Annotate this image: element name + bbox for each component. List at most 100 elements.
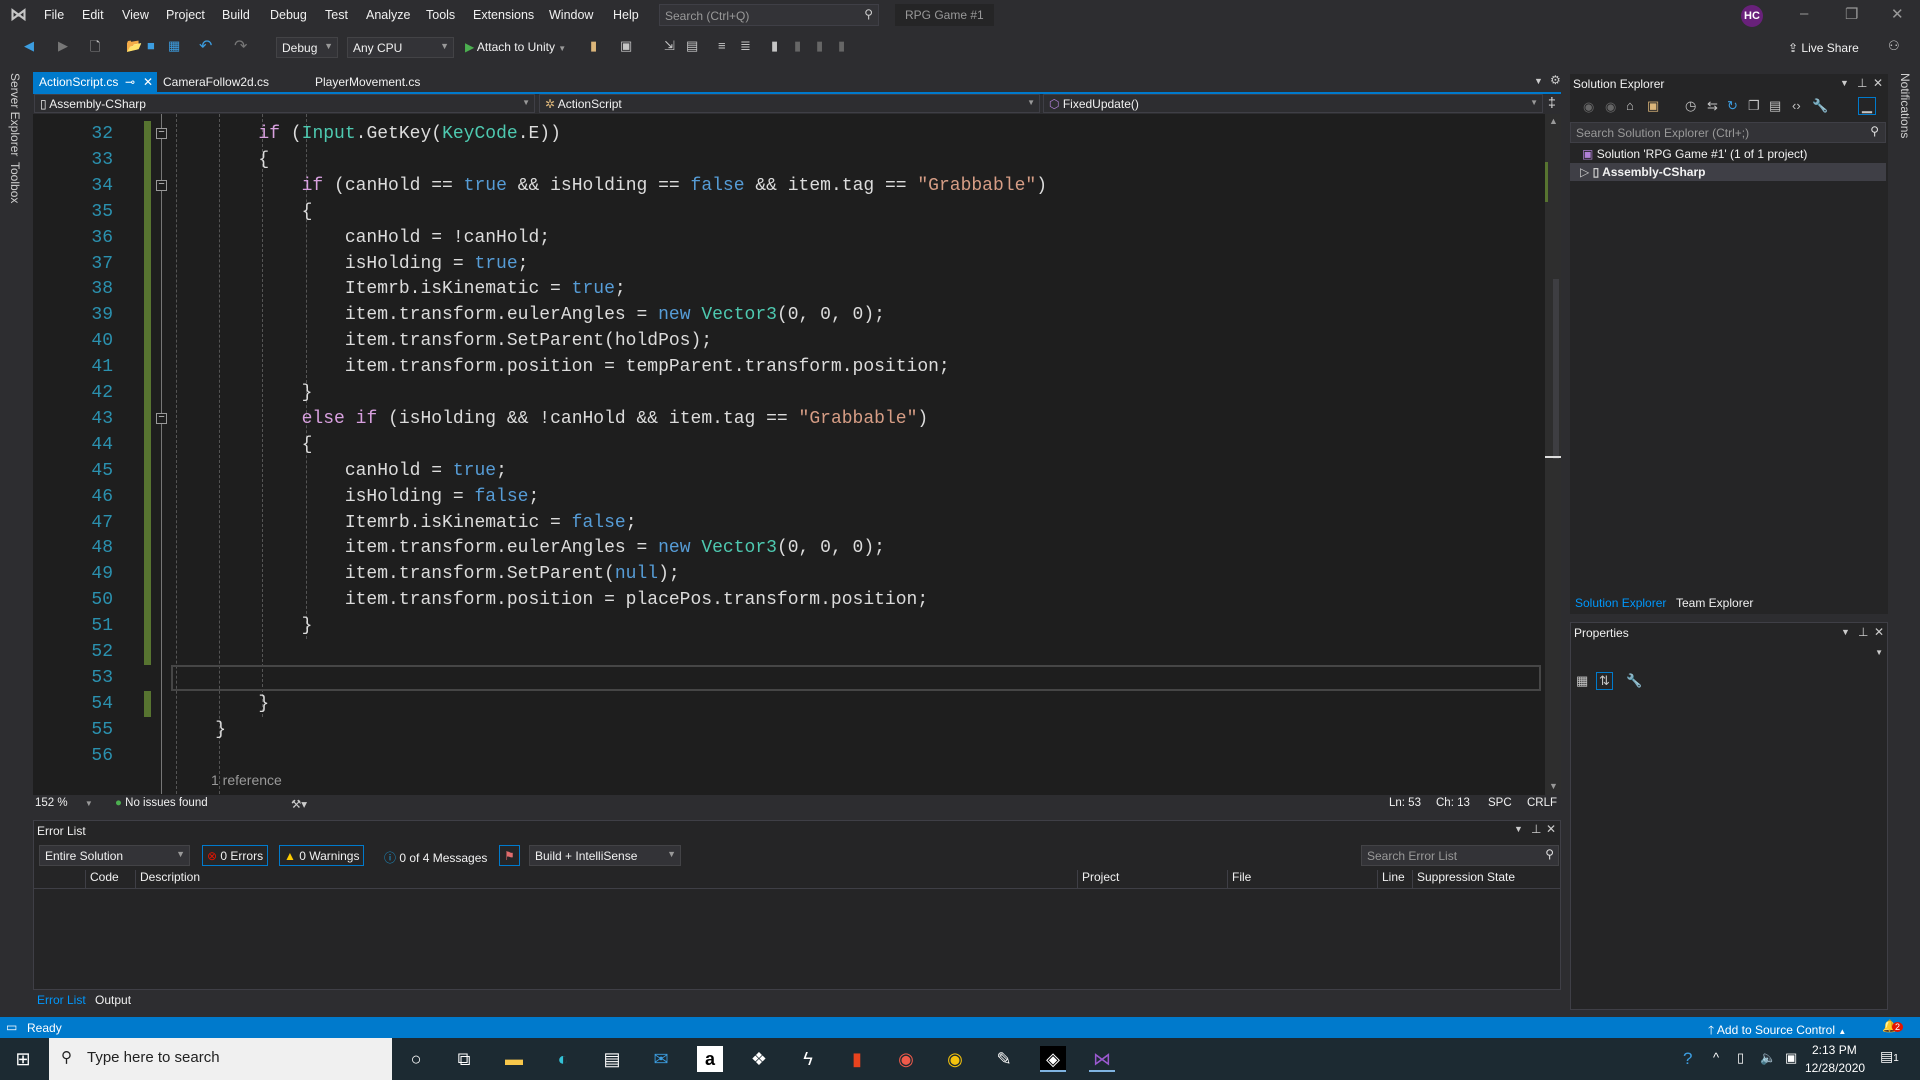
code-line[interactable]: 53 [33,665,1545,691]
code-text[interactable]: { [172,199,313,225]
clock-date[interactable]: 12/28/2020 [1805,1061,1865,1075]
code-text[interactable]: canHold = !canHold; [172,225,550,251]
expand-arrow-icon[interactable]: ▷ [1580,165,1589,179]
member-dropdown[interactable]: ⬡ FixedUpdate() ▼ [1043,94,1543,113]
windows-start-icon[interactable]: ⊞ [10,1046,36,1072]
prev-bookmark-icon[interactable]: ▮ [794,38,801,54]
code-text[interactable]: if (Input.GetKey(KeyCode.E)) [172,121,561,147]
errors-filter-button[interactable]: ⊗ 0 Errors [202,845,269,866]
menu-file[interactable]: File [44,8,64,22]
code-text[interactable]: item.transform.position = placePos.trans… [172,587,928,613]
tree-item-assembly-csharp[interactable]: ▷ ▯ Assembly-CSharp [1570,163,1886,181]
code-text[interactable]: isHolding = true; [172,251,529,277]
column-file[interactable]: File [1227,870,1251,888]
code-line[interactable]: 40 item.transform.SetParent(holdPos); [33,328,1545,354]
code-editor[interactable]: 32 if (Input.GetKey(KeyCode.E)) −33 {34 i… [33,114,1545,795]
unity-icon[interactable]: ◈ [1040,1046,1066,1072]
zoom-dropdown[interactable]: 152 % ▼ [35,797,93,809]
chrome-icon[interactable]: ◉ [942,1046,968,1072]
menu-window[interactable]: Window [549,8,593,22]
code-text[interactable]: if (canHold == true && isHolding == fals… [172,173,1047,199]
task-view-icon[interactable]: ⧉ [451,1046,477,1072]
cortana-icon[interactable]: ○ [403,1046,429,1072]
find-icon[interactable]: ▮ [590,38,597,54]
view-code-icon[interactable]: ‹› [1792,98,1801,113]
notifications-tab[interactable]: Notifications [1898,73,1912,138]
code-line[interactable]: 35 { [33,199,1545,225]
tab-camerafollow2d[interactable]: CameraFollow2d.cs [157,72,275,92]
collapse-icon[interactable]: − [156,128,167,139]
code-text[interactable]: isHolding = false; [172,484,539,510]
redo-icon[interactable]: ↷ [234,36,247,56]
navigate-forward-icon[interactable]: ▶ [58,38,68,54]
file-explorer-icon[interactable]: ▬ [501,1046,527,1072]
pin-icon[interactable]: ⊥ [1531,822,1541,836]
pin-icon[interactable]: ⊥ [1858,625,1868,639]
vertical-scrollbar[interactable]: ▲ ▼ [1545,114,1561,795]
code-text[interactable]: item.transform.eulerAngles = new Vector3… [172,535,885,561]
pending-changes-icon[interactable]: ◷ [1685,98,1696,114]
collapse-icon[interactable]: − [156,412,167,424]
clock-time[interactable]: 2:13 PM [1812,1043,1857,1057]
code-text[interactable]: else if (isHolding && !canHold && item.t… [172,406,929,432]
tab-actionscript[interactable]: ActionScript.cs ⊸ ✕ [33,72,157,92]
avatar[interactable]: HC [1741,5,1763,27]
code-line[interactable]: 45 canHold = true; [33,458,1545,484]
office-icon[interactable]: ▮ [844,1046,870,1072]
app-circle-icon[interactable]: ◉ [893,1046,919,1072]
close-window-button[interactable]: ✕ [1891,5,1904,23]
panel-menu-icon[interactable]: ▼ [1514,824,1523,834]
navigate-back-icon[interactable]: ◀ [24,38,34,54]
pin-icon[interactable]: ⊥ [1857,76,1867,90]
code-line[interactable]: 49 item.transform.SetParent(null); [33,561,1545,587]
tab-playermovement[interactable]: PlayerMovement.cs [309,72,426,92]
new-project-icon[interactable]: 🗋 [90,38,100,60]
panel-menu-icon[interactable]: ▼ [1841,627,1850,637]
property-pages-icon[interactable]: 🔧 [1626,673,1642,689]
app-icon[interactable]: ϟ [795,1046,821,1072]
forward-icon[interactable]: ◉ [1605,99,1616,115]
close-icon[interactable]: ✕ [1873,76,1883,90]
code-text[interactable]: item.transform.SetParent(null); [172,561,680,587]
comment-icon[interactable]: ≡ [718,38,726,53]
code-line[interactable]: 51 } [33,613,1545,639]
scroll-thumb[interactable] [1553,279,1559,459]
code-line[interactable]: 38 Itemrb.isKinematic = true; [33,276,1545,302]
categorized-icon[interactable]: ▦ [1576,673,1588,689]
code-line[interactable]: 55 } [33,717,1545,743]
menu-project[interactable]: Project [166,8,205,22]
source-dropdown[interactable]: Build + IntelliSense ▼ [529,845,681,866]
amazon-icon[interactable]: a [697,1046,723,1072]
code-line[interactable]: 34 if (canHold == true && isHolding == f… [33,173,1545,199]
code-line[interactable]: 37 isHolding = true; [33,251,1545,277]
tab-error-list[interactable]: Error List [37,993,86,1007]
code-line[interactable]: 48 item.transform.eulerAngles = new Vect… [33,535,1545,561]
dropbox-icon[interactable]: ❖ [746,1046,772,1072]
toolbox-tab[interactable]: Toolbox [8,162,22,203]
code-text[interactable]: item.transform.position = tempParent.tra… [172,354,950,380]
menu-extensions[interactable]: Extensions [473,8,534,22]
next-bookmark-icon[interactable]: ▮ [816,38,823,54]
code-line[interactable]: 42 } [33,380,1545,406]
uncomment-icon[interactable]: ≣ [740,38,751,54]
scroll-down-icon[interactable]: ▼ [1549,781,1558,791]
edge-icon[interactable]: ◐ [550,1046,576,1072]
code-text[interactable]: canHold = true; [172,458,507,484]
show-all-files-icon[interactable]: ▤ [1769,98,1781,114]
code-text[interactable]: Itemrb.isKinematic = false; [172,510,637,536]
collapse-icon[interactable]: − [156,179,167,191]
gimp-icon[interactable]: ✎ [991,1046,1017,1072]
live-share-button[interactable]: ⇪ Live Share [1788,41,1859,55]
code-line[interactable]: 54 } [33,691,1545,717]
help-icon[interactable]: ? [1683,1049,1692,1069]
pin-icon[interactable]: ⊸ [125,75,135,89]
code-text[interactable]: item.transform.SetParent(holdPos); [172,328,712,354]
column-code[interactable]: Code [85,870,119,888]
action-center-icon[interactable]: ▤1 [1880,1048,1899,1065]
error-search-input[interactable]: Search Error List ⚲ [1361,845,1559,866]
menu-build[interactable]: Build [222,8,250,22]
solution-platform-dropdown[interactable]: Any CPU ▼ [347,37,454,58]
restore-button[interactable]: ❐ [1845,5,1858,23]
code-text[interactable]: { [172,147,269,173]
save-all-icon[interactable]: ▦ [168,38,180,54]
